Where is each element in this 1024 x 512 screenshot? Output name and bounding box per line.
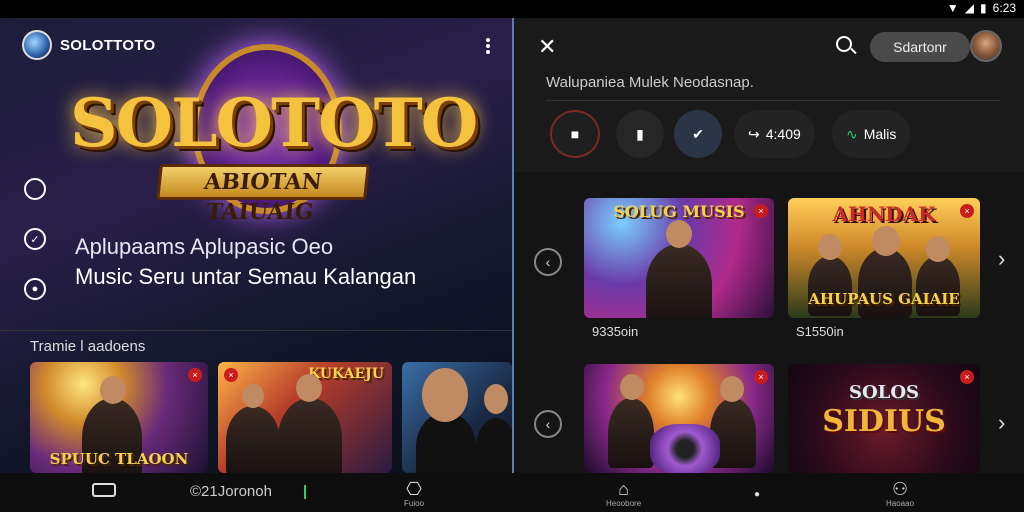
check-icon[interactable]: ✓ [24,228,46,250]
artist-head [872,226,900,256]
card-title: SIDIUS [822,404,946,439]
next-chevron-icon[interactable]: › [998,246,1005,272]
more-menu-icon[interactable] [480,36,496,56]
artist-head [666,220,692,248]
artist-head [296,374,322,402]
music-card[interactable]: SOLOS SIDIUS × [788,364,980,473]
card-caption: S1550in [796,324,844,339]
artist-head [720,376,744,402]
badge-icon: × [224,368,238,382]
section-divider [0,330,512,331]
card-subtitle: AHUPAUS GAIAIE [808,290,960,308]
tagline-line-2: Music Seru untar Semau Kalangan [75,264,417,289]
speaker-graphic [650,424,720,473]
close-icon[interactable]: ✕ [538,34,556,60]
artist-figure [608,398,654,468]
bookmark-icon[interactable]: ▮ [616,110,664,158]
prev-arrow-icon[interactable]: ‹ [534,410,562,438]
app-logo [22,30,52,60]
nav-search-field[interactable]: ©21Joronoh [190,483,307,500]
share-chip[interactable]: ↪ 4:409 [734,110,815,158]
waveform-icon: ∿ [846,125,858,142]
badge-icon: × [754,370,768,384]
home-icon: ⌂ [618,479,629,499]
card-title: SPUUC TLAOON [49,450,189,468]
shield-check-icon[interactable]: ✔ [674,110,722,158]
bottom-nav: ©21Joronoh ⎔ Fuioo ⌂ Heoobore ● ⚇ Haoaao [0,473,1024,512]
card-title: SOLUG MUSIS [613,202,745,221]
trending-card[interactable]: × SPUUC TLAOON [30,362,208,473]
audio-chip[interactable]: ∿ Malis [832,110,911,158]
stop-icon[interactable]: ■ [550,110,600,158]
wifi-icon: ▼ [946,1,959,15]
artist-head [100,376,126,404]
tab-icon [92,483,116,497]
artist-figure [278,398,342,473]
section-subtitle: Walupaniea Mulek Neodasnap. [546,74,754,91]
artist-head [242,384,264,408]
nav-search-label: ©21Joronoh [190,483,272,500]
status-time: 6:23 [992,1,1016,15]
dot-icon: ● [754,489,761,500]
artist-figure [226,406,280,473]
explore-icon: ⎔ [406,479,422,499]
status-bar: ▼ ◢ ▮ 6:23 [0,0,1024,18]
card-caption: 9335oin [592,324,639,339]
nav-item-label: Heoobore [606,499,642,508]
nav-item-profile[interactable]: ⚇ Haoaao [886,479,914,508]
audio-chip-label: Malis [863,126,897,142]
badge-icon: × [960,204,974,218]
music-card[interactable]: AHNDAK AHUPAUS GAIAIE × [788,198,980,318]
artist-figure [646,244,712,318]
nav-home-left[interactable] [92,483,116,497]
trending-card[interactable] [402,362,512,473]
cursor-mark [304,485,307,500]
hero-logo: SOLOTOTO ABIOTAN TAIUAIG [70,44,478,225]
hero-subtitle: ABIOTAN TAIUAIG [156,164,370,225]
artist-head [620,374,644,400]
nav-item-label: Fuioo [404,499,425,508]
profile-icon: ⚇ [891,479,909,499]
left-pane: SOLOTTOTO SOLOTOTO ABIOTAN TAIUAIG ✓ ● A… [0,18,512,473]
artist-figure [476,418,512,473]
nav-item-explore[interactable]: ⎔ Fuioo [404,479,424,508]
artist-head [818,234,842,260]
music-card[interactable]: × [584,364,774,473]
avatar[interactable] [970,30,1002,62]
nav-item-label: Haoaao [886,499,915,508]
search-pill[interactable]: Sdartonr [870,32,970,62]
card-subtitle: SOLOS [848,382,919,403]
hero-title: SOLOTOTO [70,84,478,162]
card-title: AHNDAK [832,202,936,226]
tagline-line-1: Aplupaams Aplupasic Oeo [75,234,334,259]
subtitle-divider [546,100,1000,101]
trending-label: Tramie l aadoens [30,338,146,355]
trending-card[interactable]: KUKAEJU × [218,362,392,473]
nav-dot: ● [754,485,760,505]
badge-icon: × [960,370,974,384]
side-icon-rail: ✓ ● [24,178,46,300]
badge-icon: × [754,204,768,218]
right-pane: ✕ Sdartonr Walupaniea Mulek Neodasnap. ■… [514,18,1024,473]
artist-head [926,236,950,262]
badge-icon: × [188,368,202,382]
battery-icon: ▮ [980,1,987,15]
artist-head [422,368,468,422]
record-icon[interactable]: ● [24,278,46,300]
signal-icon: ◢ [964,1,975,15]
artist-head [484,384,508,414]
music-card[interactable]: SOLUG MUSIS × [584,198,774,318]
next-chevron-icon[interactable]: › [998,410,1005,436]
chat-icon[interactable] [24,178,46,200]
share-chip-label: 4:409 [765,126,801,142]
search-icon[interactable] [836,36,852,52]
prev-arrow-icon[interactable]: ‹ [534,248,562,276]
share-icon: ↪ [748,125,760,142]
nav-item-home[interactable]: ⌂ Heoobore [606,479,641,508]
